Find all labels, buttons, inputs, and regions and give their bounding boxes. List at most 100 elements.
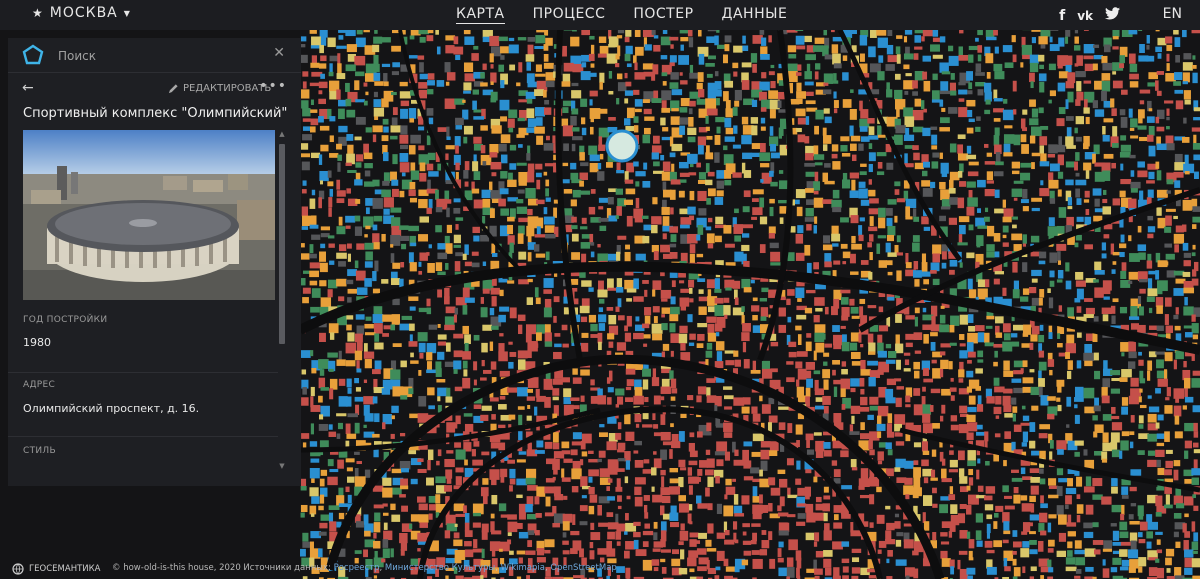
building-footprint [545, 386, 554, 390]
building-footprint [329, 332, 335, 340]
building-footprint [1074, 397, 1084, 402]
building-footprint [814, 216, 818, 224]
building-footprint [1191, 477, 1200, 485]
building-footprint [319, 332, 326, 343]
building-footprint [921, 180, 931, 187]
building-footprint [851, 315, 860, 319]
building-footprint [570, 405, 580, 410]
city-selector[interactable]: ★ МОСКВА ▼ [32, 5, 131, 21]
building-footprint [669, 243, 677, 248]
field-style-label: СТИЛЬ [23, 446, 56, 456]
nav-process[interactable]: ПРОЦЕСС [533, 6, 606, 24]
source-link[interactable]: Росреестр [334, 563, 380, 573]
building-footprint [760, 126, 766, 131]
building-footprint [977, 485, 984, 492]
building-footprint [860, 468, 869, 479]
building-footprint [625, 431, 635, 441]
building-footprint [1183, 252, 1192, 258]
building-footprint [1111, 415, 1120, 420]
building-footprint [949, 450, 954, 455]
building-footprint [625, 541, 635, 550]
building-footprint [769, 242, 779, 249]
vk-icon[interactable]: vk [1077, 9, 1093, 23]
building-footprint [365, 251, 373, 261]
building-footprint [687, 314, 693, 323]
scroll-thumb[interactable] [279, 144, 285, 344]
building-footprint [535, 172, 542, 178]
building-footprint [706, 108, 718, 116]
building-footprint [1147, 370, 1151, 381]
building-footprint [831, 144, 839, 152]
building-footprint [1076, 288, 1084, 300]
search-input[interactable] [56, 46, 260, 66]
building-footprint [572, 127, 580, 132]
scroll-down-icon[interactable]: ▼ [278, 462, 286, 470]
back-arrow-icon[interactable]: ← [22, 80, 34, 96]
edit-button[interactable]: РЕДАКТИРОВАТЬ [168, 83, 271, 94]
building-footprint [625, 81, 632, 87]
building-footprint [759, 216, 768, 225]
logo-icon[interactable] [22, 44, 44, 66]
building-footprint [707, 91, 716, 99]
close-icon[interactable]: ✕ [273, 45, 285, 61]
building-footprint [1130, 377, 1139, 387]
building-footprint [849, 431, 860, 435]
building-footprint [616, 206, 622, 216]
brand[interactable]: ГЕОСЕМАНТИКА [12, 563, 101, 575]
building-footprint [329, 521, 337, 532]
panel-scrollbar[interactable]: ▲ ▼ [278, 130, 286, 470]
building-footprint [1165, 548, 1175, 557]
nav-poster[interactable]: ПОСТЕР [633, 6, 693, 24]
building-footprint [831, 199, 842, 208]
building-footprint [1013, 487, 1019, 494]
source-link[interactable]: Wikimapia [501, 563, 545, 573]
building-footprint [932, 253, 941, 263]
building-footprint [1003, 521, 1010, 531]
selected-building-marker [605, 129, 639, 163]
building-footprint [571, 287, 578, 292]
building-footprint [770, 64, 775, 69]
facebook-icon[interactable]: f [1059, 8, 1065, 24]
building-footprint [444, 296, 450, 305]
building-footprint [895, 125, 906, 134]
building-footprint [347, 413, 358, 418]
building-footprint [500, 154, 508, 164]
building-footprint [984, 143, 989, 148]
nav-map[interactable]: КАРТА [456, 6, 505, 24]
building-footprint [698, 296, 709, 302]
building-footprint [462, 360, 468, 369]
building-footprint [482, 261, 487, 267]
language-switch[interactable]: EN [1163, 6, 1182, 22]
more-options-icon[interactable]: ••• [259, 78, 287, 94]
building-footprint [833, 379, 841, 385]
building-footprint [761, 540, 770, 549]
building-footprint [625, 30, 632, 37]
building-footprint [1076, 81, 1082, 92]
source-link[interactable]: Министерство Культуры [385, 563, 495, 573]
building-footprint [814, 171, 819, 183]
building-footprint [472, 548, 483, 553]
scroll-up-icon[interactable]: ▲ [278, 130, 286, 138]
twitter-icon[interactable] [1105, 7, 1120, 24]
building-footprint [850, 378, 860, 387]
building-footprint [1173, 171, 1184, 178]
building-footprint [868, 152, 876, 162]
building-footprint [896, 108, 900, 118]
building-footprint [534, 244, 540, 252]
building-footprint [624, 90, 634, 96]
building-footprint [796, 440, 800, 448]
building-footprint [482, 215, 486, 224]
building-footprint [1013, 387, 1024, 394]
building-footprint [318, 359, 329, 369]
building-footprint [597, 505, 602, 516]
building-footprint [652, 548, 661, 552]
nav-data[interactable]: ДАННЫЕ [722, 6, 788, 24]
building-footprint [921, 170, 928, 177]
building-footprint [813, 154, 825, 160]
source-link[interactable]: OpenStreetMap [550, 563, 616, 573]
building-footprint [966, 342, 974, 353]
building-footprint [840, 325, 846, 329]
building-footprint [345, 342, 357, 354]
building-footprint [1101, 253, 1107, 259]
building-footprint [336, 413, 347, 417]
